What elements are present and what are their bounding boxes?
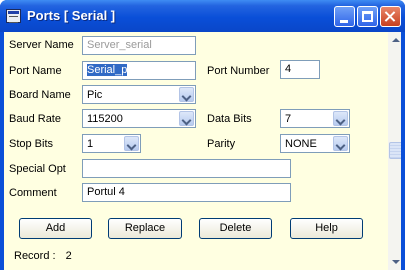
comment-field[interactable]: Portul 4 — [82, 183, 291, 202]
delete-button[interactable]: Delete — [199, 218, 272, 239]
parity-combo[interactable]: NONE — [280, 134, 350, 153]
stop-bits-label: Stop Bits — [9, 138, 54, 150]
window-title: Ports [ Serial ] — [27, 8, 116, 23]
record-label: Record : — [14, 250, 56, 262]
minimize-icon — [340, 20, 348, 23]
close-icon — [381, 7, 400, 26]
stop-bits-value: 1 — [87, 138, 94, 150]
data-bits-label: Data Bits — [207, 113, 252, 125]
baud-rate-value: 115200 — [87, 113, 123, 125]
vertical-scrollbar[interactable] — [388, 32, 401, 270]
server-name-label: Server Name — [9, 39, 74, 51]
chevron-down-icon[interactable] — [124, 136, 139, 151]
data-bits-combo[interactable]: 7 — [280, 109, 350, 128]
chevron-down-icon[interactable] — [333, 136, 348, 151]
port-name-field[interactable]: Serial_p — [82, 61, 196, 80]
parity-label: Parity — [207, 138, 236, 150]
server-name-field: Server_serial — [82, 36, 196, 55]
port-name-label: Port Name — [9, 65, 62, 77]
chevron-down-icon[interactable] — [333, 111, 348, 126]
title-bar[interactable]: Ports [ Serial ] — [0, 0, 405, 32]
maximize-button[interactable] — [357, 6, 378, 27]
chevron-down-icon[interactable] — [179, 87, 194, 102]
board-name-combo[interactable]: Pic — [82, 85, 196, 104]
record-count: 2 — [65, 250, 72, 262]
special-opt-field[interactable] — [82, 159, 291, 178]
close-button[interactable] — [380, 6, 401, 27]
record-status: Record : 2 — [14, 250, 72, 262]
port-number-label: Port Number — [207, 65, 270, 77]
board-name-value: Pic — [87, 89, 103, 101]
form-area: Server Name Server_serial Port Name Seri… — [4, 32, 401, 270]
baud-rate-combo[interactable]: 115200 — [82, 109, 196, 128]
data-bits-value: 7 — [285, 113, 292, 125]
baud-rate-label: Baud Rate — [9, 113, 61, 125]
add-button[interactable]: Add — [19, 218, 92, 239]
port-name-value: Serial_p — [87, 64, 128, 76]
special-opt-label: Special Opt — [9, 163, 66, 175]
board-name-label: Board Name — [9, 89, 71, 101]
minimize-button[interactable] — [334, 6, 355, 27]
scroll-up-icon[interactable] — [388, 32, 401, 49]
chevron-down-icon[interactable] — [179, 111, 194, 126]
maximize-icon — [362, 11, 373, 22]
comment-label: Comment — [9, 187, 57, 199]
app-window-icon[interactable] — [6, 9, 21, 23]
stop-bits-combo[interactable]: 1 — [82, 134, 141, 153]
help-button[interactable]: Help — [290, 218, 363, 239]
ports-window: Ports [ Serial ] Server Name Server_seri… — [0, 0, 405, 270]
scroll-down-icon[interactable] — [388, 253, 401, 270]
replace-button[interactable]: Replace — [108, 218, 182, 239]
parity-value: NONE — [285, 138, 317, 150]
scroll-thumb[interactable] — [389, 142, 401, 159]
port-number-field[interactable]: 4 — [280, 60, 320, 79]
